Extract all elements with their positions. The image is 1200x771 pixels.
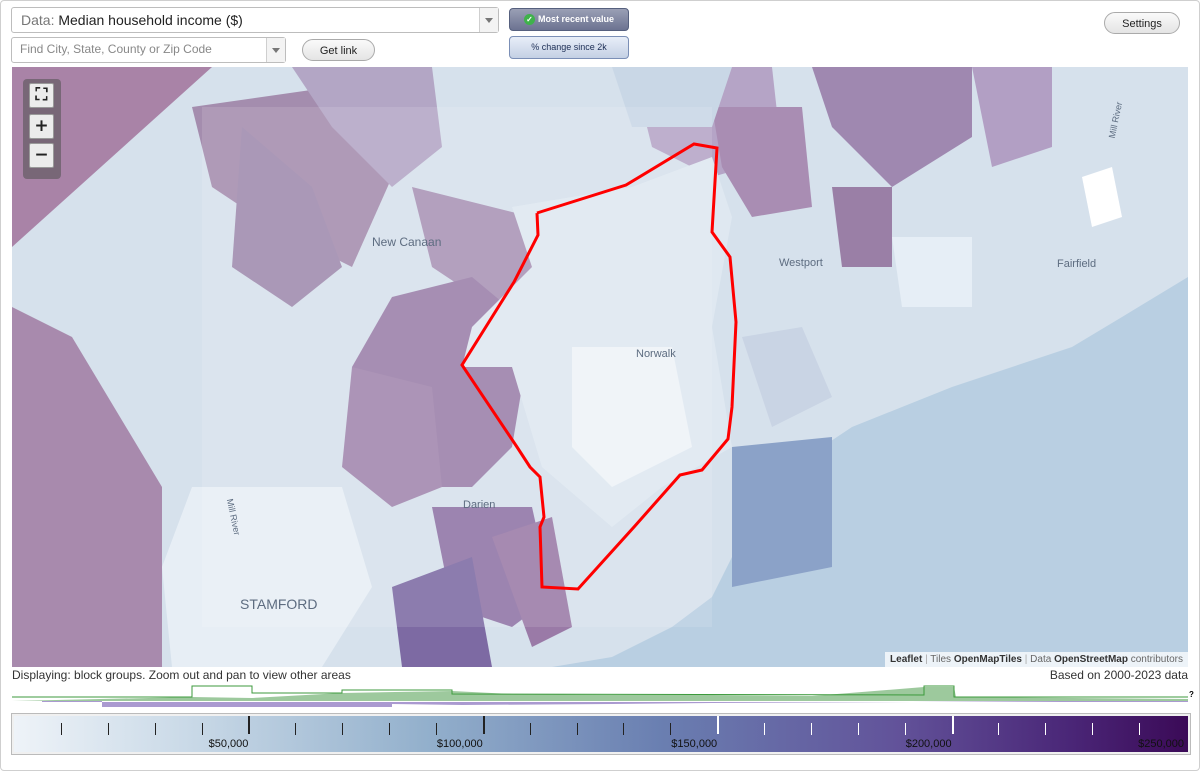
- place-label: Norwalk: [636, 348, 676, 360]
- settings-button[interactable]: Settings: [1104, 12, 1180, 34]
- search-input[interactable]: [20, 42, 260, 56]
- legend-minor-tick: [670, 723, 672, 735]
- legend-minor-tick: [342, 723, 344, 735]
- legend-minor-tick: [154, 723, 156, 735]
- legend-minor-tick: [764, 723, 766, 735]
- data-select[interactable]: Data: Median household income ($): [11, 7, 499, 33]
- choropleth-layer: [12, 67, 1188, 667]
- percent-change-toggle[interactable]: % change since 2k: [509, 36, 629, 59]
- legend-label: $150,000: [671, 738, 718, 750]
- leaflet-link[interactable]: Leaflet: [890, 654, 922, 665]
- osm-link[interactable]: OpenStreetMap: [1054, 654, 1128, 665]
- histogram-help-icon[interactable]: ?: [1189, 690, 1194, 699]
- place-label: Darien: [463, 499, 496, 511]
- data-range-note: Based on 2000-2023 data: [1049, 668, 1188, 682]
- tiles-label: Tiles: [930, 654, 952, 665]
- legend-minor-tick: [107, 723, 109, 735]
- legend-minor-tick: [998, 723, 1000, 735]
- legend-major-tick: [951, 716, 954, 734]
- distribution-histogram: [12, 685, 1188, 707]
- legend-major-tick: [717, 716, 720, 734]
- legend-label: $100,000: [436, 738, 483, 750]
- data-label: Data: [1030, 654, 1052, 665]
- most-recent-toggle[interactable]: ✓ Most recent value: [509, 8, 629, 31]
- legend-minor-tick: [810, 723, 812, 735]
- legend-minor-tick: [576, 723, 578, 735]
- legend-minor-tick: [60, 723, 62, 735]
- displaying-status: Displaying: block groups. Zoom out and p…: [12, 668, 351, 682]
- legend-minor-tick: [435, 723, 437, 735]
- legend-minor-tick: [1139, 723, 1141, 735]
- fullscreen-icon[interactable]: ⛶: [29, 83, 54, 108]
- legend-major-tick: [248, 716, 251, 734]
- check-icon: ✓: [523, 14, 535, 26]
- location-search[interactable]: [11, 37, 286, 63]
- tiles-link[interactable]: OpenMapTiles: [954, 654, 1022, 665]
- zoom-out-button[interactable]: −: [29, 143, 54, 168]
- legend-minor-tick: [1045, 723, 1047, 735]
- legend-minor-tick: [201, 723, 203, 735]
- map[interactable]: New Canaan Westport Fairfield Norwalk Da…: [12, 67, 1188, 667]
- zoom-in-button[interactable]: +: [29, 114, 54, 139]
- place-label: Westport: [779, 257, 823, 269]
- place-label: STAMFORD: [240, 596, 318, 612]
- legend-minor-tick: [623, 723, 625, 735]
- place-label: Fairfield: [1057, 258, 1097, 270]
- color-legend: $50,000 $100,000 $150,000 $200,000 $250,000: [11, 713, 1191, 755]
- legend-minor-tick: [1092, 723, 1094, 735]
- place-label: New Canaan: [372, 235, 442, 249]
- get-link-button[interactable]: Get link: [302, 39, 375, 61]
- legend-minor-tick: [529, 723, 531, 735]
- legend-label: $200,000: [905, 738, 952, 750]
- legend-label: $50,000: [208, 738, 249, 750]
- legend-label: $250,000: [1138, 738, 1184, 750]
- most-recent-label: Most recent value: [537, 14, 615, 24]
- map-attribution: Leaflet | Tiles OpenMapTiles | Data Open…: [885, 652, 1188, 667]
- contributors-label: contributors: [1130, 654, 1183, 665]
- legend-minor-tick: [857, 723, 859, 735]
- data-select-label: Data: Median household income ($): [21, 12, 243, 28]
- chevron-down-icon[interactable]: [266, 38, 285, 62]
- legend-minor-tick: [904, 723, 906, 735]
- chevron-down-icon[interactable]: [479, 8, 498, 32]
- legend-major-tick: [482, 716, 485, 734]
- legend-minor-tick: [295, 723, 297, 735]
- legend-minor-tick: [389, 723, 391, 735]
- legend-gradient: [14, 716, 1188, 752]
